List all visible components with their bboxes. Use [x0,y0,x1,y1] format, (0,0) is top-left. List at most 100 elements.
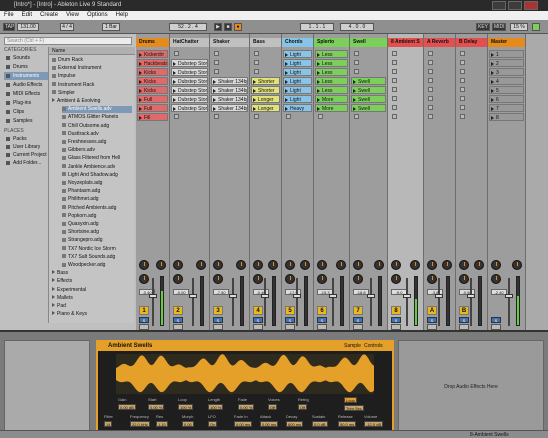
track-activator[interactable]: B [459,306,469,315]
solo-button[interactable]: S [317,317,327,323]
clip-stop-button[interactable] [428,114,433,119]
track-header[interactable]: Master [488,38,525,47]
solo-button[interactable]: S [285,317,295,323]
volume-fader[interactable] [261,294,269,298]
clip-stop-button[interactable] [392,69,397,74]
param-value[interactable]: 600 ms [286,421,304,427]
clip-stop-button[interactable] [254,51,259,56]
file-row[interactable]: Gibbers.adv [62,147,132,154]
solo-button[interactable]: S [139,317,149,323]
send-b-knob[interactable] [285,274,295,284]
send-a-knob[interactable] [285,260,295,270]
clip-stop-button[interactable] [354,69,359,74]
solo-button[interactable]: S [491,317,501,323]
track-header[interactable]: Splerto [314,38,349,47]
file-row[interactable]: Phantasm.adg [62,188,132,195]
clip-stop-button[interactable] [428,105,433,110]
solo-button[interactable]: S [213,317,223,323]
send-a-knob[interactable] [253,260,263,270]
clip-slot[interactable]: 8 [489,113,524,121]
clip-stop-button[interactable] [318,114,323,119]
param-value[interactable]: -12.0 dB [364,421,384,427]
clip-slot[interactable]: Light [283,77,312,85]
file-row[interactable]: Experimental [52,286,132,294]
category-instruments[interactable]: Instruments [4,72,48,80]
menu-help[interactable]: Help [112,11,132,20]
clip-stop-button[interactable] [392,51,397,56]
pan-knob[interactable] [410,260,420,270]
clip-stop-button[interactable] [174,51,179,56]
close-button[interactable] [524,1,538,10]
clip-slot[interactable]: 2 [489,59,524,67]
menu-file[interactable]: File [0,11,18,20]
track-activator[interactable]: A [427,306,437,315]
send-a-knob[interactable] [317,260,327,270]
param-value[interactable]: 0.00 ms [260,421,279,427]
send-b-knob[interactable] [427,274,437,284]
clip-slot[interactable]: Less [315,86,348,94]
param-value[interactable]: 14 [104,421,113,427]
tap-button[interactable]: TAP [3,23,15,31]
clip-slot[interactable]: 6 [489,95,524,103]
file-row[interactable]: Dusttrack.adv [62,131,132,138]
track-header[interactable]: Shaker [210,38,249,47]
solo-button[interactable]: S [427,317,437,323]
clip-stop-button[interactable] [428,69,433,74]
clip-slot[interactable]: Kicks [137,68,168,76]
track-activator[interactable]: 8 [391,306,401,315]
file-row[interactable]: Impulse [52,73,132,80]
pan-knob[interactable] [442,260,452,270]
file-row[interactable]: TX7 Salt Sounds.adg [62,254,132,261]
clip-slot[interactable]: Swell [351,86,386,94]
file-row[interactable]: Pad [52,303,132,310]
clip-slot[interactable]: Less [315,68,348,76]
menu-edit[interactable]: Edit [18,11,36,20]
file-row[interactable]: Chill Outsome.adg [62,123,132,130]
folder-expand-icon[interactable] [52,286,55,291]
pan-knob[interactable] [374,260,384,270]
clip-slot[interactable]: Dubstep Stone [171,68,208,76]
category-midi-effects[interactable]: MIDI Effects [4,90,48,98]
folder-expand-icon[interactable] [52,311,55,316]
file-row[interactable]: Effects [52,278,132,285]
minimize-button[interactable] [492,1,506,10]
record-button[interactable]: ● [234,23,242,31]
clip-slot[interactable]: Less [315,50,348,58]
track-activator[interactable]: 4 [253,306,263,315]
file-row[interactable]: Bass [52,270,132,277]
file-row[interactable]: TX7 Nordic Ice Storm [62,246,132,253]
clip-slot[interactable]: Light [283,86,312,94]
clip-stop-button[interactable] [460,114,465,119]
track-activator[interactable]: 5 [285,306,295,315]
browser-search-input[interactable]: Search (Ctrl + F) [4,37,132,45]
volume-fader[interactable] [467,294,475,298]
clip-stop-button[interactable] [392,87,397,92]
file-row[interactable]: Woodpecker.adg [62,262,132,269]
track-activator[interactable]: 2 [173,306,183,315]
category-clips[interactable]: Clips [4,108,48,116]
folder-expand-icon[interactable] [52,278,55,283]
track-activator[interactable]: 1 [139,306,149,315]
track-header[interactable]: Chords [282,38,313,47]
clip-stop-button[interactable] [428,87,433,92]
clip-stop-button[interactable] [460,96,465,101]
file-row[interactable]: Pitched Ambients.adg [62,205,132,212]
sample-tab[interactable]: Sample [344,343,361,349]
clip-stop-button[interactable] [254,69,259,74]
clip-stop-button[interactable] [460,87,465,92]
param-value[interactable]: On [208,421,218,427]
param-value[interactable]: 0.00 % [238,404,255,410]
send-a-knob[interactable] [391,260,401,270]
file-row[interactable]: Jankle Ambience.adv [62,164,132,171]
clip-stop-button[interactable] [392,96,397,101]
solo-button[interactable]: S [391,317,401,323]
audio-effects-dropzone[interactable]: Drop Audio Effects Here [398,340,544,432]
send-a-knob[interactable] [139,260,149,270]
category-audio-effects[interactable]: Audio Effects [4,81,48,89]
clip-slot[interactable]: 5 [489,86,524,94]
file-row[interactable]: External Instrument [52,65,132,72]
volume-fader[interactable] [149,294,157,298]
clip-slot[interactable]: Dubstep Stone [171,59,208,67]
place-user-library[interactable]: User Library [4,143,48,151]
place-add-folder-[interactable]: Add Folder... [4,159,48,167]
